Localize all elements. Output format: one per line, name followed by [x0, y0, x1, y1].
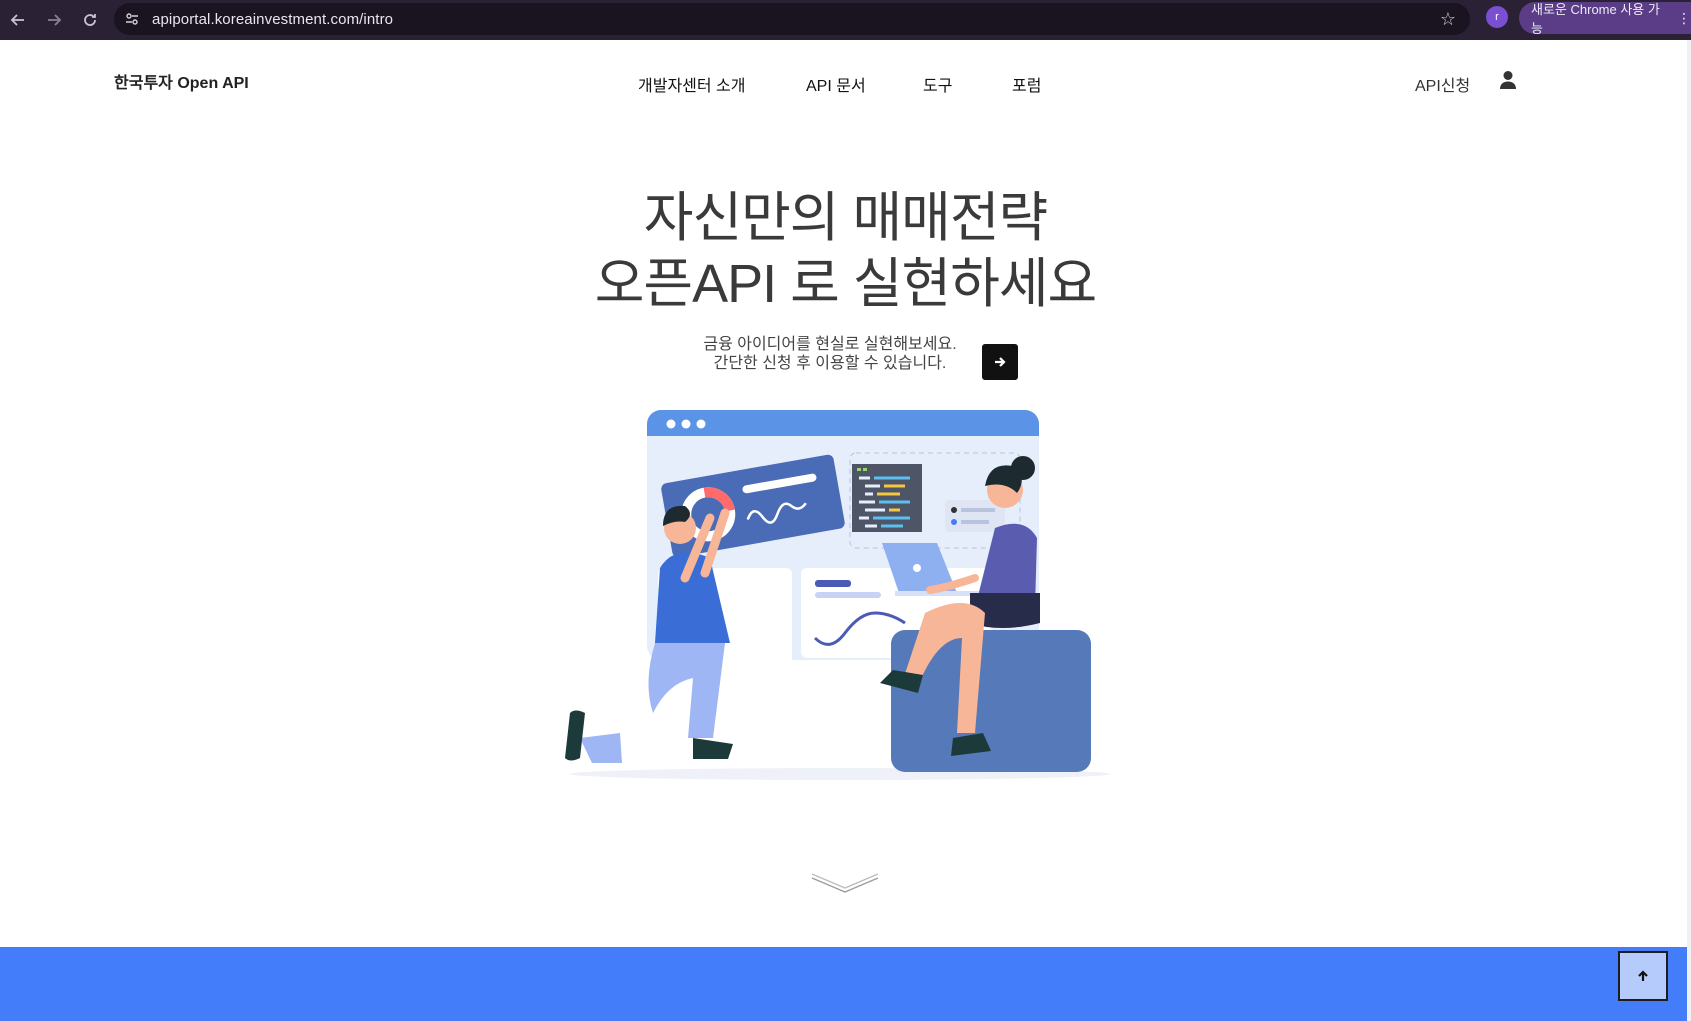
- arrow-right-icon: [995, 357, 1006, 367]
- hero-subtitle: 금융 아이디어를 현실로 실현해보세요. 간단한 신청 후 이용할 수 있습니다…: [680, 335, 980, 373]
- blue-section-band: [0, 947, 1691, 1021]
- nav-item-api-docs[interactable]: API 문서: [806, 72, 866, 96]
- chrome-update-label: 새로운 Chrome 사용 가능: [1531, 2, 1660, 36]
- nav-item-intro[interactable]: 개발자센터 소개: [638, 72, 746, 96]
- address-bar[interactable]: apiportal.koreainvestment.com/intro ☆: [114, 3, 1470, 35]
- kebab-menu-icon[interactable]: ⋮: [1677, 10, 1691, 27]
- page-scrollbar[interactable]: [1687, 40, 1691, 1021]
- hero-title-line1: 자신만의 매매전략: [643, 188, 1048, 248]
- scroll-to-top-button[interactable]: [1618, 951, 1668, 1001]
- start-button[interactable]: [982, 344, 1018, 380]
- hero-title: 자신만의 매매전략 오픈API 로 실현하세요: [0, 185, 1691, 317]
- hero-title-line2: 오픈API 로 실현하세요: [594, 254, 1097, 314]
- back-arrow-icon[interactable]: [0, 2, 36, 38]
- site-info-icon[interactable]: [122, 9, 142, 29]
- profile-avatar[interactable]: r: [1486, 6, 1508, 28]
- chrome-update-button[interactable]: 새로운 Chrome 사용 가능 ⋮: [1519, 2, 1691, 36]
- hero-illustration: [565, 410, 1110, 780]
- nav-item-tools[interactable]: 도구: [923, 72, 952, 96]
- arrow-up-icon: [1638, 970, 1648, 981]
- scroll-down-icon[interactable]: [810, 872, 880, 898]
- api-apply-link[interactable]: API신청: [1415, 72, 1470, 96]
- user-icon[interactable]: [1499, 70, 1517, 90]
- forward-arrow-icon[interactable]: [36, 2, 72, 38]
- nav-item-forum[interactable]: 포럼: [1012, 72, 1041, 96]
- reload-icon[interactable]: [72, 2, 108, 38]
- site-header: 한국투자 Open API 개발자센터 소개 API 문서 도구 포럼 API신…: [0, 40, 1691, 124]
- url-text[interactable]: apiportal.koreainvestment.com/intro: [152, 11, 393, 28]
- star-icon[interactable]: ☆: [1440, 9, 1456, 30]
- hero-subtitle-line1: 금융 아이디어를 현실로 실현해보세요.: [703, 336, 957, 353]
- site-logo[interactable]: 한국투자 Open API: [114, 69, 249, 93]
- hero-subtitle-line2: 간단한 신청 후 이용할 수 있습니다.: [713, 355, 947, 372]
